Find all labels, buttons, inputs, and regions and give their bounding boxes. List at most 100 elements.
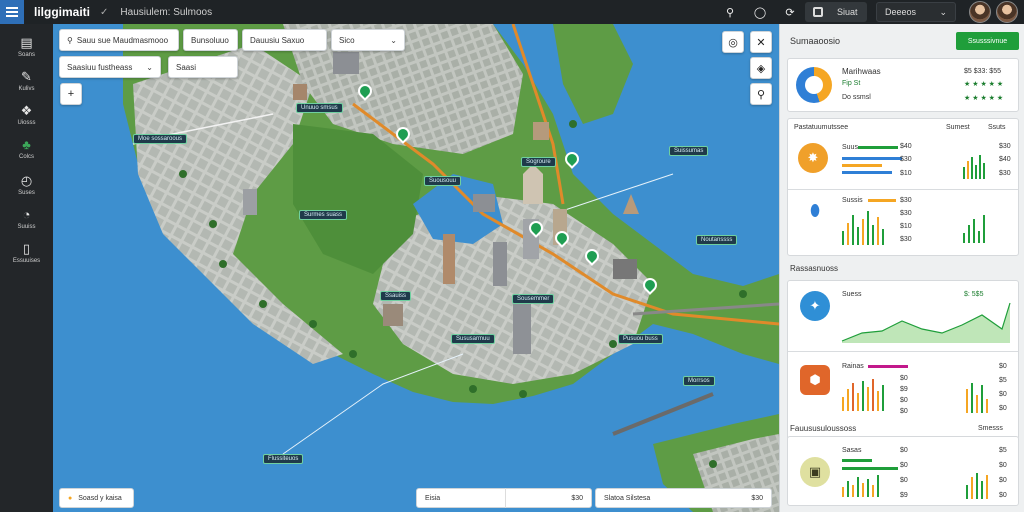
item-label: Suess <box>842 291 862 298</box>
donut-chart <box>796 67 832 103</box>
progress-bar <box>868 199 896 202</box>
progress-bar <box>842 157 902 160</box>
menu-icon[interactable] <box>0 0 24 24</box>
divider <box>788 351 1018 352</box>
map-view[interactable]: Moe sossaroous Unuuo smsus Surmes suass … <box>53 24 779 512</box>
mini-bar <box>971 383 973 413</box>
filter-chip-label: Bunsoluuo <box>191 35 229 45</box>
item-label: Rainas <box>842 363 864 370</box>
mini-bar <box>983 215 985 243</box>
progress-bar <box>842 164 882 167</box>
details-panel: Sumaaoosio Ssusssivnue Marihwaas Fip St … <box>779 24 1024 512</box>
panel-action-button[interactable]: Ssusssivnue <box>956 32 1019 50</box>
pin-icon[interactable]: ⚲ <box>750 83 772 105</box>
mini-bar <box>976 473 978 499</box>
filter-chip-one[interactable]: Bunsoluuo <box>183 29 238 51</box>
clock-icon: ◴ <box>20 173 33 188</box>
layer-chip[interactable]: Saasi <box>168 56 238 78</box>
document-dropdown[interactable]: Deeeos ⌄ <box>876 2 956 22</box>
summary-sub1: Fip St <box>842 80 861 87</box>
chevron-down-icon: ⌄ <box>146 62 153 72</box>
sidebar-item-5[interactable]: ◴ Suses <box>0 170 53 200</box>
map-label: Unuuo smsus <box>296 103 343 113</box>
sidebar-item-7[interactable]: ▯ Essuuises <box>0 238 53 268</box>
sidebar-item-4[interactable]: ♣ Colcs <box>0 134 53 164</box>
building <box>443 234 455 284</box>
mini-bar <box>877 475 879 497</box>
building <box>333 52 359 74</box>
section-card-2: ✦ Suess $: 5$5 ⬢ Rainas $0 $9 $0 $0 $0 $… <box>787 280 1019 440</box>
avatar-secondary[interactable] <box>996 1 1018 23</box>
map-label: Flussiteuos <box>263 454 304 464</box>
cube-icon: ❖ <box>20 103 33 118</box>
legend-toggle-label: Soasd y kaisa <box>78 494 122 502</box>
mini-bar <box>968 225 970 243</box>
building <box>493 242 507 286</box>
top-bar: lilggimaiti ✓ Hausiulem: Sulmoos ⚲ ◯ ⟳ S… <box>0 0 1024 24</box>
item-value: $0 <box>900 375 908 382</box>
map-search[interactable]: ⚲ Sauu sue Maudmasmooo <box>59 29 179 51</box>
item-value: $0 <box>900 477 908 484</box>
avatar[interactable] <box>969 1 991 23</box>
mini-bar <box>967 161 969 179</box>
column-header: Smesss <box>978 425 1003 432</box>
search-icon[interactable]: ⚲ <box>722 4 738 20</box>
sidebar-item-3[interactable]: ❖ Uiosss <box>0 100 53 130</box>
row-label: Sussis <box>842 197 863 204</box>
section-card-3: ▣ Sasas $0 $0 $0 $9 $5 $0 $0 $0 <box>787 436 1019 506</box>
item-value: $0 <box>999 477 1007 484</box>
mini-bar <box>867 479 869 497</box>
column-header: Sumest <box>946 124 970 131</box>
top-icon-group: ⚲ ◯ ⟳ <box>722 0 798 24</box>
layer-tab[interactable]: Siuat <box>805 2 867 22</box>
mini-bar <box>877 391 879 411</box>
item-label: Sasas <box>842 447 862 454</box>
mini-bar <box>976 395 978 413</box>
mini-bar <box>986 399 988 413</box>
layer-select[interactable]: Saasiuu fustheass ⌄ <box>59 56 161 78</box>
compass-icon: ◔ <box>22 207 31 222</box>
map-label: Ssauiss <box>380 291 412 301</box>
mini-bar <box>966 485 968 499</box>
layers-icon[interactable]: ◈ <box>750 57 772 79</box>
zoom-in-button[interactable]: + <box>60 83 82 105</box>
item-value: $0 <box>999 492 1007 499</box>
star-badge-icon: ✸ <box>798 143 828 173</box>
map-label: Suissumas <box>669 146 709 156</box>
progress-bar <box>842 171 892 174</box>
sidebar-item-6[interactable]: ◔ Suuiss <box>0 204 53 234</box>
mini-bar <box>867 387 869 411</box>
map-label: Suousouu <box>424 176 462 186</box>
layer-icon <box>813 7 823 17</box>
close-icon[interactable]: ✕ <box>750 31 772 53</box>
row-value: $30 <box>900 236 912 243</box>
rating-values: $5 $33: $55 <box>964 68 1001 75</box>
app-brand: lilggimaiti <box>34 5 91 19</box>
mini-bar <box>862 381 864 411</box>
legend-toggle[interactable]: ● Soasd y kaisa <box>59 488 134 508</box>
mini-bar-chart <box>842 475 892 497</box>
mini-bar <box>882 229 884 245</box>
summary-sub2: Do ssmsl <box>842 94 871 101</box>
filter-dropdown[interactable]: Sico ⌄ <box>331 29 405 51</box>
document-dropdown-label: Deeeos <box>885 7 917 17</box>
star-rating-row: ★ ★ ★ ★ ★ <box>964 81 1004 88</box>
sidebar-item-1[interactable]: ▤ Soans <box>0 32 53 62</box>
sidebar-item-label: Suses <box>18 190 35 196</box>
locate-icon[interactable]: ◎ <box>722 31 744 53</box>
sidebar-item-label: Soans <box>17 52 35 58</box>
map-canvas <box>53 24 779 512</box>
refresh-icon[interactable]: ⟳ <box>782 4 798 20</box>
mini-bar <box>857 227 859 245</box>
sidebar-item-label: Colcs <box>18 154 34 160</box>
mini-bar-chart <box>963 215 991 243</box>
sidebar-item-2[interactable]: ✎ Kulivs <box>0 66 53 96</box>
mini-bar-chart <box>842 209 890 245</box>
chat-icon[interactable]: ◯ <box>752 4 768 20</box>
mini-bar <box>852 485 854 497</box>
building <box>243 189 257 215</box>
filter-dropdown-label: Sico <box>339 35 355 45</box>
filter-chip-two[interactable]: Dauusiu Saxuo <box>242 29 327 51</box>
metric-bar-mid: Eisia $30 <box>416 488 592 508</box>
mini-bar <box>973 219 975 243</box>
